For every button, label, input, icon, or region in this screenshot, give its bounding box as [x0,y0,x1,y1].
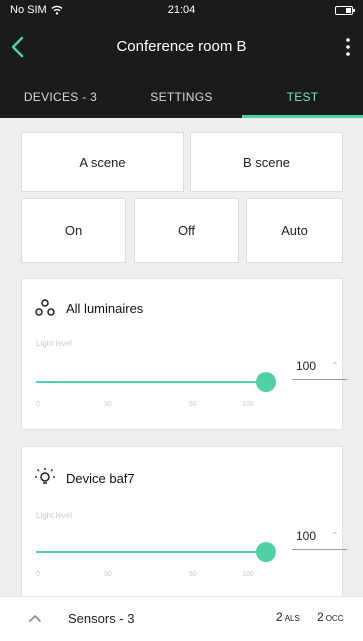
clock: 21:04 [167,4,196,16]
on-button[interactable]: On [21,198,126,263]
light-level-input[interactable]: 100 ⌃ [292,529,347,550]
tab-settings[interactable]: SETTINGS [121,72,242,118]
caret-icon: ⌃ [330,531,339,542]
test-content: A scene B scene On Off Auto All luminair… [0,118,363,596]
light-level-value: 100 [296,529,317,543]
slider-label: Light level [36,339,73,348]
b-scene-button[interactable]: B scene [190,132,343,192]
card-title: All luminaires [66,301,144,316]
chevron-up-icon[interactable] [28,613,42,623]
slider-thumb[interactable] [256,372,276,392]
auto-button[interactable]: Auto [246,198,343,263]
app-bar: Conference room B [0,22,363,72]
card-title: Device baf7 [66,471,135,486]
tick-label: 100 [242,401,254,408]
tick-label: 60 [189,571,197,578]
als-count: 2 [276,610,283,624]
slider-thumb[interactable] [256,542,276,562]
light-level-input[interactable]: 100 ⌃ [292,359,347,380]
off-button[interactable]: Off [134,198,239,263]
luminaires-group-icon [35,299,55,316]
tick-label: 30 [104,401,112,408]
occ-unit: OCC [325,614,344,623]
tab-test[interactable]: TEST [242,72,363,118]
page-title: Conference room B [116,38,247,55]
caret-icon: ⌃ [330,361,339,372]
tick-label: 100 [242,571,254,578]
slider-label: Light level [36,511,73,520]
tick-label: 0 [36,571,40,578]
sensors-label: Sensors - 3 [68,611,135,626]
slider-track [36,551,266,553]
als-count-badge: 2 ALS [276,610,300,624]
als-unit: ALS [284,614,300,623]
tab-bar: DEVICES - 3 SETTINGS TEST [0,72,363,118]
tick-label: 0 [36,401,40,408]
luminaires-card: All luminaires Light level 100 ⌃ 0 30 60… [21,278,347,430]
tick-label: 60 [189,401,197,408]
occ-count: 2 [317,610,324,624]
a-scene-button[interactable]: A scene [21,132,184,192]
tick-label: 30 [104,571,112,578]
slider-track [36,381,266,383]
device-card: Device baf7 Light level 100 ⌃ 0 30 60 10… [21,446,347,596]
occ-count-badge: 2 OCC [317,610,343,624]
status-bar: No SIM 21:04 [0,0,363,22]
tab-devices[interactable]: DEVICES - 3 [0,72,121,118]
sensors-bar[interactable]: Sensors - 3 2 ALS 2 OCC [0,596,363,641]
lightbulb-icon [35,468,55,484]
light-level-value: 100 [296,359,317,373]
battery-icon [335,6,355,15]
more-vert-icon[interactable] [341,35,355,59]
